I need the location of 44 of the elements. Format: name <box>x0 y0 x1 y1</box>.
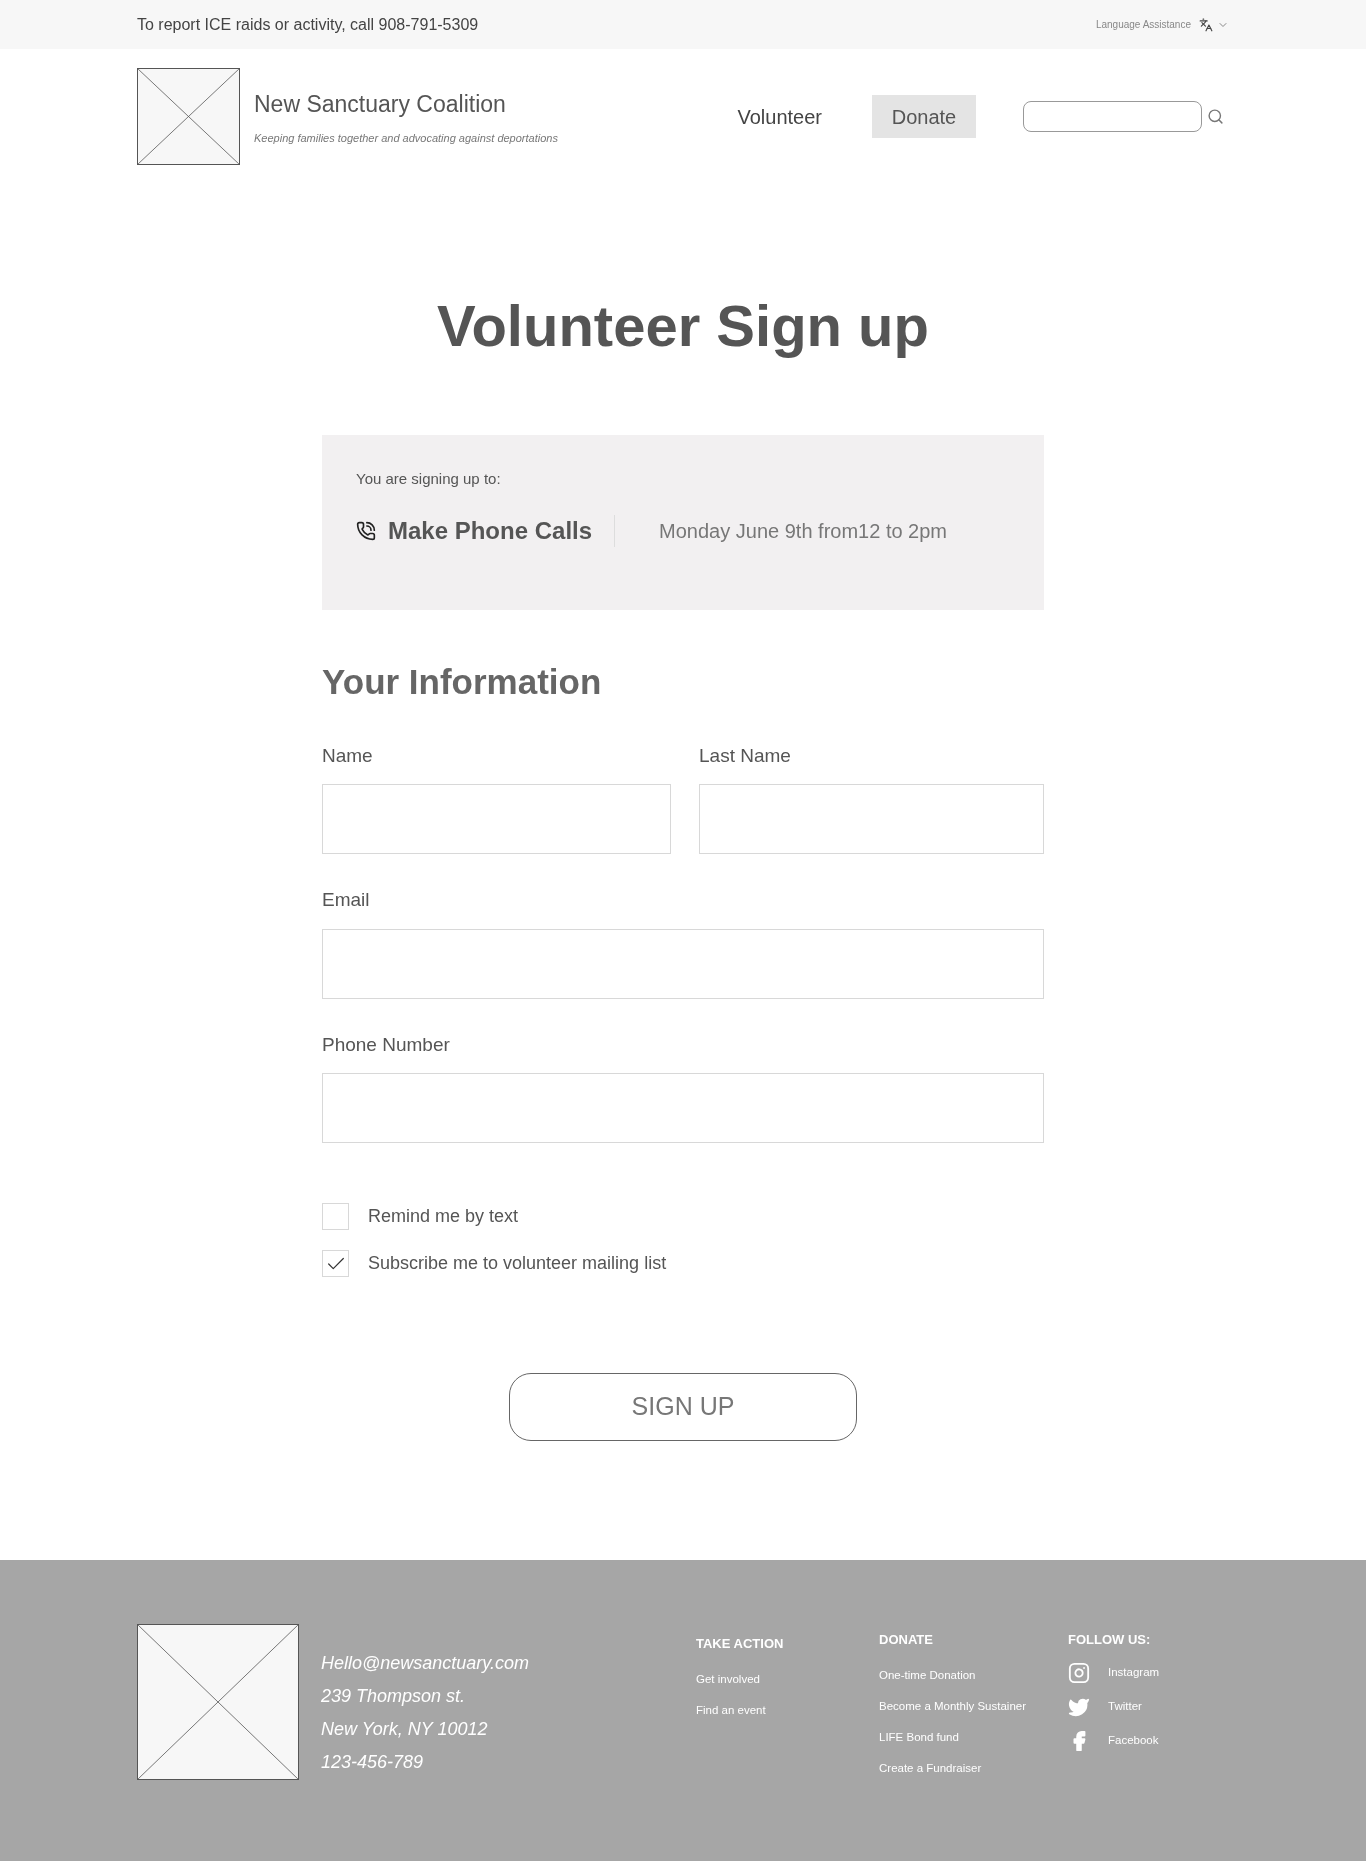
field-label: Phone Number <box>322 1032 451 1057</box>
translate-icon <box>1199 17 1213 32</box>
footer-link[interactable]: Create a Fundraiser <box>879 1760 1068 1778</box>
field-label: Last Name <box>699 743 792 768</box>
notice-text: To report ICE raids or activity, call 908-791-5309 <box>137 14 479 35</box>
field-label: Email <box>322 888 371 912</box>
language-assistance-button[interactable]: Language Assistance <box>1095 17 1229 32</box>
input-field[interactable] <box>322 1073 1044 1143</box>
input-field[interactable] <box>322 928 1044 999</box>
social-link[interactable]: Instagram <box>1068 1661 1160 1684</box>
footer-link[interactable]: Get involved <box>696 1670 879 1688</box>
footer-heading: TAKE ACTION <box>696 1635 785 1653</box>
footer-heading: FOLLOW US: <box>1068 1631 1152 1649</box>
footer-link[interactable]: LIFE Bond fund <box>879 1729 1068 1747</box>
activity-name: Make Phone Calls <box>388 515 593 546</box>
checkbox[interactable] <box>322 1203 349 1230</box>
site-title: New Sanctuary Coalition <box>254 90 507 119</box>
contact-line: Hello@newsanctuary.com <box>321 1652 531 1675</box>
input-field[interactable] <box>699 784 1044 854</box>
activity-time: Monday June 9th from12 to 2pm <box>659 518 948 544</box>
social-link[interactable]: Facebook <box>1068 1729 1160 1752</box>
contact-line: 239 Thompson st. <box>321 1685 467 1708</box>
checkbox-label: Subscribe me to volunteer mailing list <box>368 1252 667 1275</box>
contact-line: New York, NY 10012 <box>321 1718 489 1741</box>
tagline: Keeping families together and advocating against deportations <box>254 130 558 146</box>
signup-intro: You are signing up to: <box>356 469 502 489</box>
checkbox[interactable] <box>322 1250 349 1277</box>
footer-heading: DONATE <box>879 1631 934 1649</box>
contact-line: 123-456-789 <box>321 1751 425 1774</box>
phone-icon <box>356 520 376 541</box>
sign-up-button[interactable]: SIGN UP <box>509 1373 857 1441</box>
instagram-icon <box>1068 1661 1090 1684</box>
footer-link[interactable]: Find an event <box>696 1701 879 1719</box>
footer-link[interactable]: Become a Monthly Sustainer <box>879 1697 1068 1715</box>
search-field[interactable] <box>1023 101 1202 132</box>
donate-button[interactable]: Donate <box>872 95 976 138</box>
checkbox-label: Remind me by text <box>368 1205 519 1228</box>
footer-link[interactable]: One-time Donation <box>879 1666 1068 1684</box>
social-link[interactable]: Twitter <box>1068 1695 1160 1718</box>
search-icon[interactable] <box>1207 108 1224 125</box>
nav-link[interactable]: Volunteer <box>737 101 822 132</box>
input-field[interactable] <box>322 784 671 854</box>
field-label: Name <box>322 743 374 768</box>
section-title: Your Information <box>322 661 603 703</box>
